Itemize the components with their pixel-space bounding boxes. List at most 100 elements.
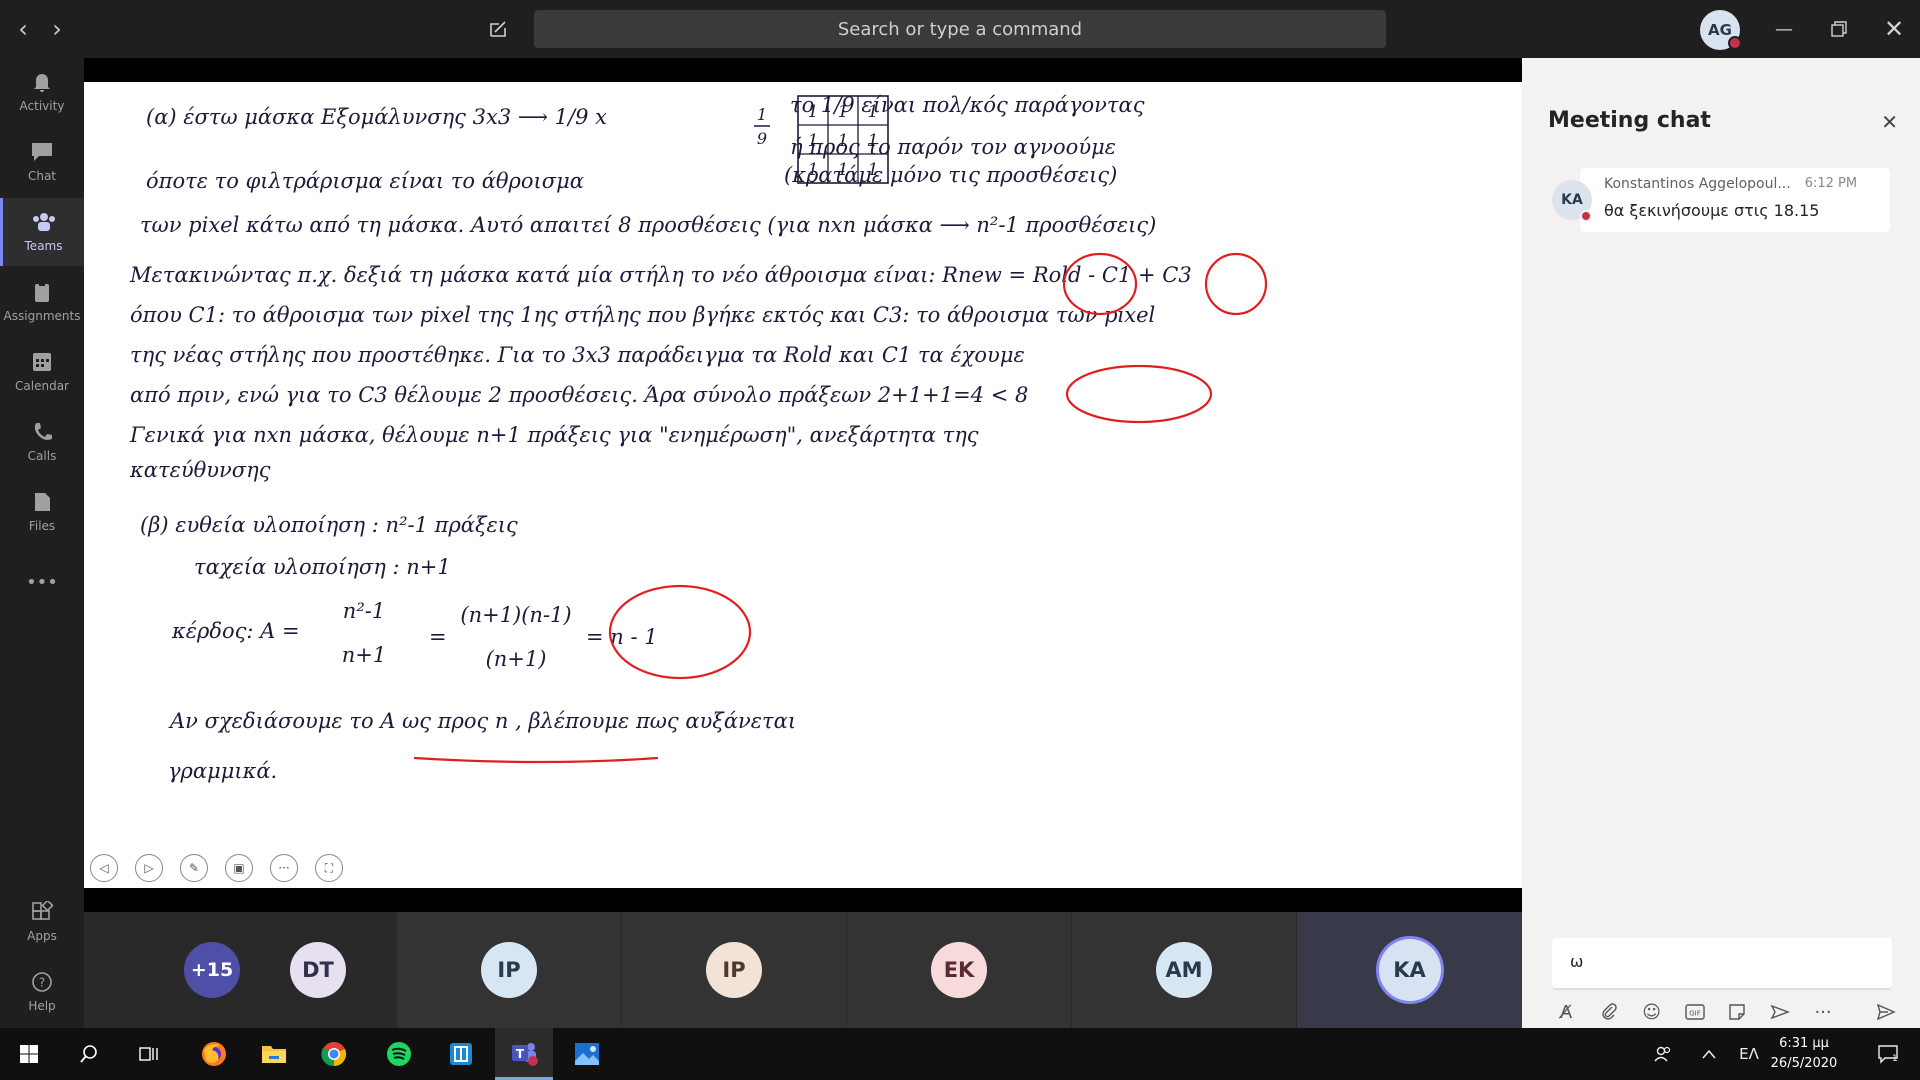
fullscreen-icon[interactable]: ⛶ bbox=[315, 854, 343, 882]
note-line: Μετακινώντας π.χ. δεξιά τη μάσκα κατά μί… bbox=[129, 263, 1192, 287]
rail-item-calls[interactable]: Calls bbox=[0, 408, 84, 476]
meet-now-icon[interactable] bbox=[1766, 998, 1794, 1026]
task-view-icon[interactable] bbox=[120, 1028, 178, 1080]
rail-item-help[interactable]: ? Help bbox=[0, 958, 84, 1026]
participant-tile[interactable]: +15 bbox=[84, 912, 240, 1028]
compose-message-input[interactable]: ω bbox=[1552, 938, 1892, 990]
rail-label: Apps bbox=[27, 929, 57, 943]
rail-item-activity[interactable]: Activity bbox=[0, 58, 84, 126]
handwritten-notes: (α) έστω μάσκα Εξομάλυνσης 3x3 ⟶ 1/9 x τ… bbox=[129, 93, 1268, 783]
rail-item-calendar[interactable]: Calendar bbox=[0, 338, 84, 406]
file-explorer-icon[interactable] bbox=[245, 1028, 303, 1080]
people-icon[interactable] bbox=[1648, 1028, 1678, 1080]
compose-toolbar: A̸ ☺ GIF ··· bbox=[1552, 998, 1900, 1026]
participant-tile[interactable]: IP bbox=[622, 912, 846, 1028]
format-icon[interactable]: A̸ bbox=[1552, 998, 1580, 1026]
participant-tile[interactable]: DT bbox=[260, 912, 376, 1028]
rail-label: Chat bbox=[27, 169, 57, 183]
chrome-icon[interactable] bbox=[305, 1028, 363, 1080]
taskbar: T ΕΛ 6:31 μμ 26/5/2020 1 bbox=[0, 1028, 1920, 1080]
note-line: n²-1 bbox=[343, 599, 385, 623]
teams-icon[interactable]: T bbox=[495, 1028, 553, 1080]
attach-icon[interactable] bbox=[1595, 998, 1623, 1026]
chevron-up-icon[interactable] bbox=[1694, 1028, 1724, 1080]
notification-count: 1 bbox=[1892, 1054, 1898, 1064]
pen-icon[interactable]: ✎ bbox=[180, 854, 208, 882]
participant-tile[interactable]: EK bbox=[847, 912, 1071, 1028]
avatar: IP bbox=[706, 942, 762, 998]
note-line: Γενικά για nxn μάσκα, θέλουμε n+1 πράξει… bbox=[129, 423, 979, 447]
rail-item-files[interactable]: Files bbox=[0, 478, 84, 546]
note-line: από πριν, ενώ για το C3 θέλουμε 2 προσθέ… bbox=[130, 383, 1028, 407]
note-line: όποτε το φιλτράρισμα είναι το άθροισμα bbox=[146, 169, 584, 193]
chevron-left-icon[interactable]: ‹ bbox=[8, 0, 38, 58]
avatar: AM bbox=[1156, 942, 1212, 998]
system-clock[interactable]: 6:31 μμ 26/5/2020 bbox=[1758, 1034, 1850, 1074]
overflow-participants-button[interactable]: +15 bbox=[184, 942, 240, 998]
bell-icon bbox=[34, 74, 50, 92]
gif-icon[interactable]: GIF bbox=[1681, 998, 1709, 1026]
send-icon[interactable] bbox=[1872, 998, 1900, 1026]
next-slide-icon[interactable]: ▷ bbox=[135, 854, 163, 882]
whiteboard-slide: (α) έστω μάσκα Εξομάλυνσης 3x3 ⟶ 1/9 x τ… bbox=[84, 82, 1522, 888]
participant-tile[interactable]: IP bbox=[397, 912, 621, 1028]
rail-item-chat[interactable]: Chat bbox=[0, 128, 84, 196]
note-line: (n+1)(n-1) bbox=[460, 603, 571, 627]
slide-controls: ◁ ▷ ✎ ▣ ··· ⛶ bbox=[90, 854, 343, 882]
note-line: όπου C1: το άθροισμα των pixel της 1ης σ… bbox=[130, 303, 1155, 327]
assignments-icon bbox=[35, 282, 49, 302]
search-icon[interactable] bbox=[60, 1028, 118, 1080]
notifications-icon[interactable]: 1 bbox=[1868, 1028, 1908, 1080]
rail-label: Teams bbox=[24, 239, 63, 253]
participant-tile[interactable]: KA bbox=[1297, 912, 1522, 1028]
rail-label: Calls bbox=[27, 449, 57, 463]
more-apps-button[interactable]: ••• bbox=[0, 548, 84, 616]
participant-tile[interactable]: AM bbox=[1072, 912, 1296, 1028]
rail-item-assignments[interactable]: Assignments bbox=[0, 268, 84, 336]
circle-c3 bbox=[1204, 252, 1268, 316]
clock-time: 6:31 μμ bbox=[1779, 1036, 1829, 1051]
mask-matrix: 1 1 1 1 1 1 1 1 1 bbox=[797, 95, 889, 184]
clock-date: 26/5/2020 bbox=[1770, 1056, 1838, 1071]
more-icon[interactable]: ··· bbox=[270, 854, 298, 882]
note-line: κέρδος: A = bbox=[171, 619, 300, 643]
more-icon[interactable]: ··· bbox=[1809, 998, 1837, 1026]
close-icon[interactable]: ✕ bbox=[1881, 110, 1898, 134]
firefox-icon[interactable] bbox=[185, 1028, 243, 1080]
calendar-icon bbox=[33, 353, 51, 371]
matrix-cell: 1 bbox=[868, 131, 879, 151]
note-line: = n - 1 bbox=[586, 625, 658, 649]
search-input[interactable]: Search or type a command bbox=[534, 10, 1386, 48]
presenter-view-icon[interactable]: ▣ bbox=[225, 854, 253, 882]
photos-icon[interactable] bbox=[558, 1028, 616, 1080]
files-icon bbox=[35, 493, 50, 511]
note-line: (β) ευθεία υλοποίηση : n²-1 πράξεις bbox=[140, 513, 518, 537]
fraction-one-ninth: 1 9 bbox=[754, 105, 770, 148]
note-line: γραμμικά. bbox=[168, 759, 277, 783]
restore-icon[interactable] bbox=[1815, 0, 1863, 58]
rail-item-teams[interactable]: Teams bbox=[0, 198, 84, 266]
fraction-denominator: 9 bbox=[757, 129, 767, 148]
message-author: Konstantinos Aggelopoul... bbox=[1604, 176, 1791, 192]
compose-icon[interactable] bbox=[483, 0, 513, 58]
svg-text:?: ? bbox=[39, 976, 45, 990]
chevron-right-icon[interactable]: › bbox=[42, 0, 72, 58]
avatar: DT bbox=[290, 942, 346, 998]
rail-label: Files bbox=[28, 519, 56, 533]
emoji-icon[interactable]: ☺ bbox=[1638, 998, 1666, 1026]
minimize-icon[interactable]: — bbox=[1760, 0, 1808, 58]
rail-label: Calendar bbox=[15, 379, 69, 393]
close-icon[interactable]: ✕ bbox=[1870, 0, 1918, 58]
windows-start-icon[interactable] bbox=[0, 1028, 58, 1080]
rail-item-apps[interactable]: Apps bbox=[0, 888, 84, 956]
matrix-cell: 1 bbox=[868, 102, 879, 122]
spotify-icon[interactable] bbox=[370, 1028, 428, 1080]
svg-text:T: T bbox=[516, 1047, 525, 1061]
app-icon[interactable] bbox=[432, 1028, 490, 1080]
underline bbox=[413, 756, 659, 764]
prev-slide-icon[interactable]: ◁ bbox=[90, 854, 118, 882]
sticker-icon[interactable] bbox=[1723, 998, 1751, 1026]
matrix-cell: 1 bbox=[838, 160, 849, 180]
circle-sum bbox=[1065, 364, 1213, 424]
chat-message: Konstantinos Aggelopoul... 6:12 PM θα ξεκ… bbox=[1580, 168, 1890, 232]
